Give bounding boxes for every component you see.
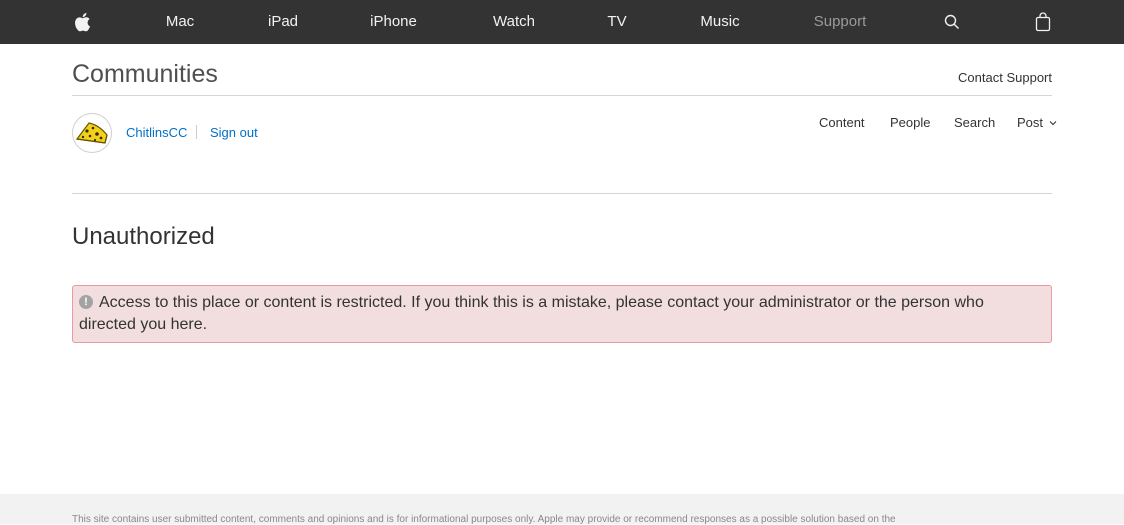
localnav-search[interactable]: Search xyxy=(954,115,995,130)
localnav-people[interactable]: People xyxy=(890,115,930,130)
page-title: Unauthorized xyxy=(72,223,215,250)
communities-title[interactable]: Communities xyxy=(72,60,218,89)
nav-tv[interactable]: TV xyxy=(602,0,632,44)
localnav-post[interactable]: Post xyxy=(1017,115,1057,130)
username-link[interactable]: ChitlinsCC xyxy=(126,125,187,140)
chevron-down-icon xyxy=(1049,121,1057,126)
localnav-post-label: Post xyxy=(1017,115,1044,130)
alert-text: Access to this place or content is restr… xyxy=(79,294,984,333)
info-icon: ! xyxy=(79,295,93,309)
sign-out-link[interactable]: Sign out xyxy=(210,125,258,140)
restricted-alert: ! Access to this place or content is rest… xyxy=(72,285,1052,343)
footer-disclaimer: This site contains user submitted conten… xyxy=(72,514,896,525)
shopping-bag-icon[interactable] xyxy=(1033,0,1053,44)
nav-music[interactable]: Music xyxy=(696,0,744,44)
global-nav: Mac iPad iPhone Watch TV Music Support xyxy=(0,0,1124,44)
contact-support-link[interactable]: Contact Support xyxy=(958,70,1052,85)
nav-ipad[interactable]: iPad xyxy=(263,0,303,44)
nav-iphone[interactable]: iPhone xyxy=(366,0,421,44)
cheese-avatar-icon xyxy=(75,122,108,144)
avatar[interactable] xyxy=(72,113,112,153)
apple-logo-icon[interactable] xyxy=(72,0,92,44)
footer: This site contains user submitted conten… xyxy=(0,494,1124,525)
localnav-content[interactable]: Content xyxy=(819,115,865,130)
nav-support[interactable]: Support xyxy=(808,0,872,44)
search-icon[interactable] xyxy=(942,0,962,44)
nav-mac[interactable]: Mac xyxy=(160,0,200,44)
header-divider xyxy=(72,95,1052,96)
content-divider xyxy=(72,193,1052,194)
user-divider xyxy=(196,125,197,139)
nav-watch[interactable]: Watch xyxy=(488,0,540,44)
